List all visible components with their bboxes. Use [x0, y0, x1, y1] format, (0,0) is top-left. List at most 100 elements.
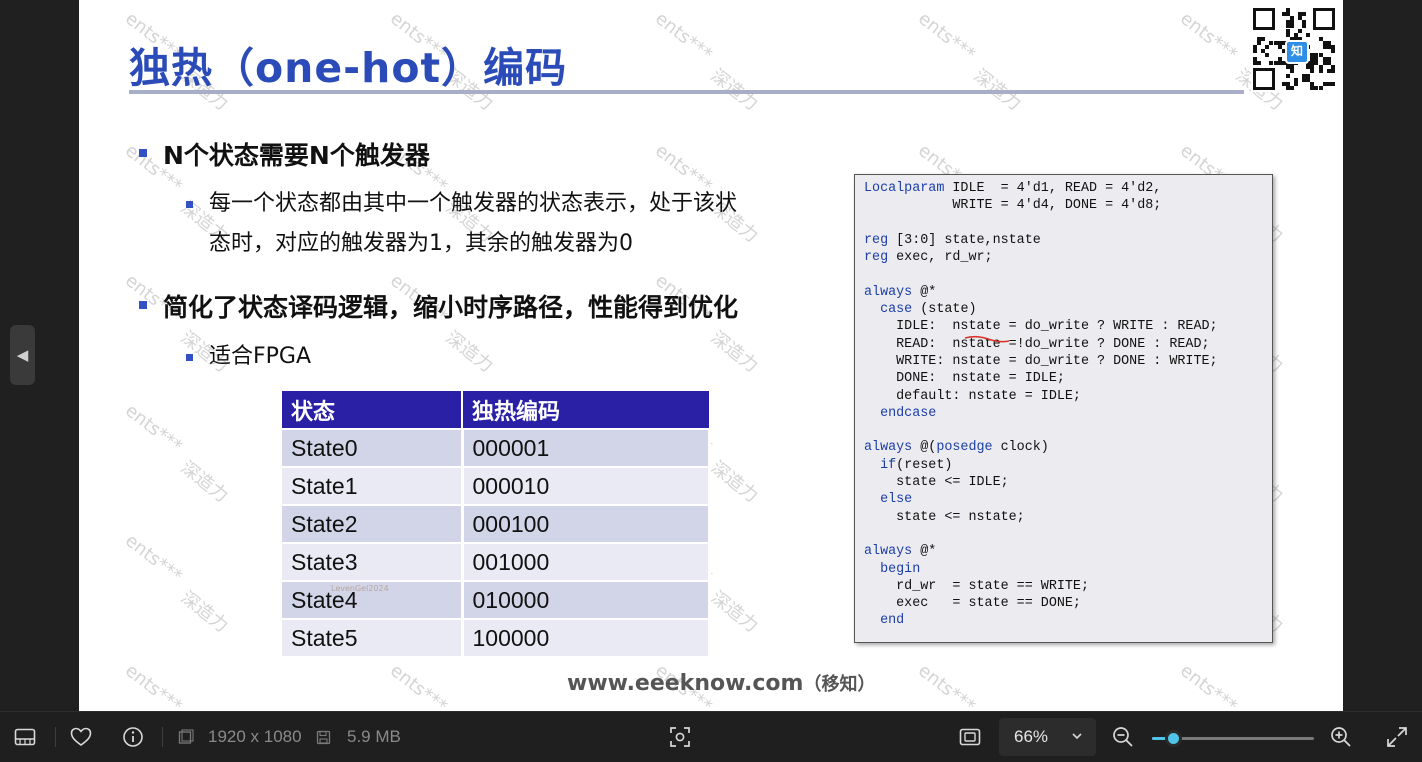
viewer-toolbar: 1920 x 1080 5.9 MB 66% — [0, 711, 1422, 762]
qr-module — [1327, 69, 1331, 73]
qr-module — [1310, 86, 1314, 90]
table-header-row: 状态 独热编码 — [282, 391, 711, 429]
bullet-level2: 适合FPGA — [186, 337, 311, 377]
qr-module — [1327, 45, 1331, 49]
encoding-cell: 001000 — [462, 542, 711, 581]
qr-module — [1327, 41, 1331, 45]
file-size: 5.9 MB — [316, 712, 401, 762]
code-line: WRITE: nstate = do_write ? DONE : WRITE; — [864, 353, 1218, 369]
qr-module — [1294, 33, 1298, 37]
fullscreen-button[interactable] — [1386, 712, 1408, 762]
qr-module — [1316, 11, 1332, 27]
qr-module — [1323, 45, 1327, 49]
watermark-text: ents*** — [651, 8, 716, 66]
qr-module — [1327, 61, 1331, 65]
bullet-level2: 每一个状态都由其中一个触发器的状态表示，处于该状 态时，对应的触发器为1，其余的… — [186, 184, 737, 264]
toolbar-separator — [55, 727, 56, 747]
qr-module — [1314, 61, 1318, 65]
qr-module — [1286, 82, 1290, 86]
bullet-square-icon — [186, 201, 193, 208]
code-line: IDLE: nstate = do_write ? WRITE : READ; — [864, 319, 1218, 335]
zoom-in-button[interactable] — [1330, 712, 1352, 762]
qr-module — [1331, 65, 1335, 69]
dimensions-text: 1920 x 1080 — [208, 727, 302, 746]
qr-module — [1286, 8, 1290, 12]
table-header-cell: 独热编码 — [462, 391, 711, 429]
code-line: always @(posedge clock) — [864, 440, 1049, 456]
qr-module — [1331, 45, 1335, 49]
qr-module — [1310, 53, 1314, 57]
qr-module — [1306, 78, 1310, 82]
code-line: else — [880, 492, 913, 508]
qr-module — [1256, 11, 1272, 27]
watermark-text: 深造力 — [176, 457, 233, 507]
qr-module — [1298, 16, 1302, 20]
heart-icon — [70, 727, 92, 746]
watermark-text: ents*** — [121, 660, 186, 711]
code-line: WRITE = 4'd4, DONE = 4'd8; — [864, 198, 1162, 214]
code-line: rd_wr = state == WRITE; — [864, 578, 1089, 594]
zoom-out-button[interactable] — [1112, 712, 1134, 762]
qr-module — [1298, 12, 1302, 16]
bullet-text: N个状态需要N个触发器 — [163, 141, 430, 170]
scan-icon — [670, 727, 690, 747]
bullet-square-icon — [186, 354, 193, 361]
watermark-text: ents*** — [914, 660, 979, 711]
watermark-text: 深造力 — [706, 65, 763, 115]
watermark-text: 深造力 — [441, 327, 498, 377]
watermark-text: 深造力 — [706, 327, 763, 377]
qr-module — [1294, 78, 1298, 82]
code-text: Localparam IDLE = 4'd1, READ = 4'd2, WRI… — [855, 175, 1272, 630]
zoom-dropdown[interactable]: 66% — [999, 718, 1096, 756]
code-line: reg exec, rd_wr; — [864, 250, 993, 266]
qr-module — [1302, 74, 1306, 78]
qr-module — [1282, 82, 1286, 86]
qr-module — [1306, 33, 1310, 37]
qr-module — [1265, 45, 1269, 49]
state-cell: State3 — [282, 542, 464, 581]
footer-main: www.eeeknow.com — [567, 671, 804, 696]
qr-module — [1261, 49, 1265, 53]
image-icon — [178, 729, 194, 744]
favorite-button[interactable] — [70, 712, 92, 762]
ocr-scan-button[interactable] — [669, 712, 691, 762]
table-header-cell: 状态 — [282, 391, 463, 429]
qr-module — [1286, 24, 1290, 28]
chevron-down-icon — [1072, 733, 1082, 740]
qr-module — [1314, 86, 1318, 90]
footer-url: www.eeeknow.com（移知） — [567, 670, 875, 696]
filmstrip-button[interactable] — [14, 712, 36, 762]
info-icon — [123, 727, 143, 747]
qr-module — [1257, 37, 1261, 41]
bullet-text: 适合FPGA — [209, 344, 312, 369]
qr-module — [1265, 53, 1269, 57]
watermark-text: ents*** — [121, 400, 186, 458]
qr-module — [1278, 45, 1282, 49]
code-line: case (state) — [880, 302, 977, 318]
qr-module — [1269, 41, 1273, 45]
prev-image-button[interactable]: ◀ — [10, 325, 35, 385]
qr-badge: 知 — [1285, 40, 1309, 64]
zoom-slider[interactable] — [1152, 730, 1314, 747]
actual-size-button[interactable] — [959, 712, 981, 762]
watermark-text: ents*** — [1176, 8, 1241, 66]
zoom-slider-thumb[interactable] — [1165, 730, 1183, 747]
info-button[interactable] — [122, 712, 144, 762]
qr-module — [1282, 12, 1286, 16]
qr-module — [1294, 82, 1298, 86]
qr-module — [1302, 12, 1306, 16]
qr-module — [1314, 57, 1318, 61]
qr-module — [1302, 20, 1306, 24]
encoding-cell: 010000 — [462, 580, 711, 619]
bullet-text: 每一个状态都由其中一个触发器的状态表示，处于该状 态时，对应的触发器为1，其余的… — [209, 184, 737, 264]
qr-module — [1253, 61, 1257, 65]
watermark-text: 深造力 — [969, 65, 1026, 115]
bullet-line: 态时，对应的触发器为1，其余的触发器为0 — [209, 231, 633, 256]
code-line: DONE: nstate = IDLE; — [864, 371, 1065, 387]
qr-module — [1323, 82, 1327, 86]
code-line: exec = state == DONE; — [864, 596, 1081, 612]
qr-module — [1306, 74, 1310, 78]
code-line: endcase — [880, 405, 937, 421]
prev-arrow-icon: ◀ — [16, 346, 29, 364]
state-cell: State1 — [282, 466, 464, 505]
